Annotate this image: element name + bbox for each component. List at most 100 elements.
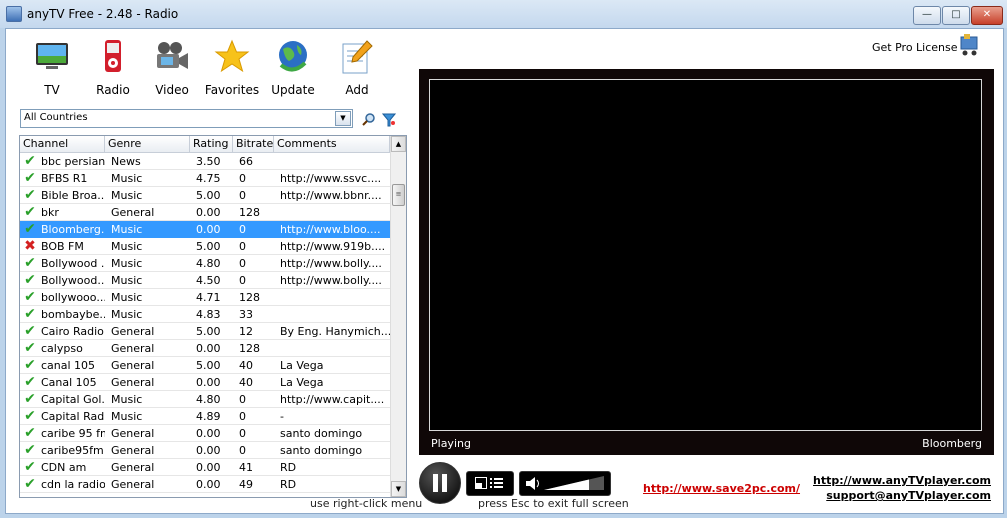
table-row[interactable]: ✔ Bible Broa... Music 5.00 0 http://www.bbnr.… (20, 187, 390, 204)
check-icon: ✔ (24, 306, 36, 322)
video-button[interactable]: Video (144, 37, 200, 101)
video-screen[interactable] (429, 79, 982, 431)
cell-genre: News (111, 155, 141, 168)
pause-button[interactable] (419, 462, 461, 504)
radio-button[interactable]: Radio (85, 37, 141, 101)
main-window: TV Radio Video Favorites Update Add All … (5, 28, 1004, 514)
cell-genre: General (111, 461, 155, 474)
cell-rating: 4.71 (196, 291, 221, 304)
column-header-comments[interactable]: Comments (274, 136, 390, 152)
table-row[interactable]: ✔ bbc persian News 3.50 66 (20, 153, 390, 170)
check-icon: ✔ (24, 187, 36, 203)
cell-comments: La Vega (280, 359, 324, 372)
cell-rating: 4.75 (196, 172, 221, 185)
table-row[interactable]: ✔ Capital Gol... Music 4.80 0 http://www.capi… (20, 391, 390, 408)
scroll-up-button[interactable]: ▲ (391, 136, 406, 152)
search-icon[interactable] (362, 113, 376, 127)
cell-rating: 0.00 (196, 206, 221, 219)
check-icon: ✔ (24, 391, 36, 407)
table-row[interactable]: ✔ Bollywood... Music 4.50 0 http://www.bolly.… (20, 272, 390, 289)
column-header-bitrate[interactable]: Bitrate (233, 136, 274, 152)
favorites-button[interactable]: Favorites (204, 37, 260, 101)
current-station: Bloomberg (922, 437, 982, 450)
title-bar[interactable]: anyTV Free - 2.48 - Radio — □ ✕ (0, 0, 1007, 28)
website-link[interactable]: http://www.anyTVplayer.com (813, 474, 991, 487)
shopping-cart-icon[interactable] (958, 33, 982, 57)
channel-rows: ✔ bbc persian News 3.50 66 ✔ BFBS R1 Music 4.75 0… (20, 153, 390, 493)
cell-genre: General (111, 444, 155, 457)
table-row[interactable]: ✔ caribe 95 fm General 0.00 0 santo domingo (20, 425, 390, 442)
tv-button[interactable]: TV (24, 37, 80, 101)
column-header-channel[interactable]: Channel (20, 136, 105, 152)
list-scrollbar[interactable]: ▲ ≡ ▼ (390, 136, 406, 497)
radio-label: Radio (96, 83, 130, 97)
table-row[interactable]: ✖ BOB FM Music 5.00 0 http://www.919b.... (20, 238, 390, 255)
maximize-button[interactable]: □ (942, 6, 970, 25)
cell-rating: 4.83 (196, 308, 221, 321)
check-icon: ✔ (24, 442, 36, 458)
cell-channel: Bloomberg... (41, 223, 105, 236)
get-pro-license-link[interactable]: Get Pro License (872, 41, 958, 54)
cell-bitrate: 66 (239, 155, 253, 168)
favorites-label: Favorites (204, 83, 260, 97)
cell-comments: La Vega (280, 376, 324, 389)
volume-slider[interactable] (544, 476, 604, 490)
cell-comments (277, 289, 390, 305)
table-row[interactable]: ✔ bollywooo... Music 4.71 128 (20, 289, 390, 306)
cell-genre: General (111, 342, 155, 355)
country-select[interactable]: All Countries ▼ (20, 109, 353, 128)
cell-channel: Cairo Radio (41, 325, 104, 338)
speaker-icon[interactable] (526, 477, 540, 490)
cell-bitrate: 0 (239, 274, 246, 287)
tv-icon (36, 43, 68, 69)
app-icon[interactable] (6, 6, 22, 22)
channel-list[interactable]: Channel Genre Rating Bitrate Comments ✔ b… (19, 135, 407, 498)
cell-channel: caribe 95 fm (41, 427, 105, 440)
table-row[interactable]: ✔ bkr General 0.00 128 (20, 204, 390, 221)
cross-icon: ✖ (24, 238, 36, 254)
cell-channel: Bible Broa... (41, 189, 105, 202)
check-icon: ✔ (24, 340, 36, 356)
table-row[interactable]: ✔ BFBS R1 Music 4.75 0 http://www.ssvc.... (20, 170, 390, 187)
cell-genre: Music (111, 308, 143, 321)
table-row[interactable]: ✔ CDN am General 0.00 41 RD (20, 459, 390, 476)
table-row[interactable]: ✔ caribe95fm General 0.00 0 santo domingo (20, 442, 390, 459)
save2pc-link[interactable]: http://www.save2pc.com/ (643, 482, 800, 495)
cell-genre: General (111, 325, 155, 338)
update-button[interactable]: Update (265, 37, 321, 101)
cell-genre: Music (111, 257, 143, 270)
add-button[interactable]: Add (329, 37, 385, 101)
cell-channel: Capital Radio (41, 410, 105, 423)
table-row[interactable]: ✔ bombaybe... Music 4.83 33 (20, 306, 390, 323)
column-header-genre[interactable]: Genre (105, 136, 190, 152)
cell-channel: calypso (41, 342, 83, 355)
support-email-link[interactable]: support@anyTVplayer.com (826, 489, 991, 502)
filter-icon[interactable] (382, 113, 396, 127)
check-icon: ✔ (24, 289, 36, 305)
table-row[interactable]: ✔ Canal 105 General 0.00 40 La Vega (20, 374, 390, 391)
minimize-button[interactable]: — (913, 6, 941, 25)
volume-control[interactable] (519, 471, 611, 496)
chevron-down-icon[interactable]: ▼ (335, 111, 351, 126)
table-row[interactable]: ✔ Bloomberg... Music 0.00 0 http://www.bloo..… (20, 221, 390, 238)
window-title: anyTV Free - 2.48 - Radio (27, 7, 179, 21)
cell-channel: CDN am (41, 461, 87, 474)
table-row[interactable]: ✔ Cairo Radio General 5.00 12 By Eng. Hanymic… (20, 323, 390, 340)
cell-genre: Music (111, 393, 143, 406)
cell-genre: Music (111, 240, 143, 253)
display-mode-button[interactable] (466, 471, 514, 496)
scroll-down-button[interactable]: ▼ (391, 481, 406, 497)
check-icon: ✔ (24, 153, 36, 169)
esc-hint: press Esc to exit full screen (478, 497, 629, 510)
table-row[interactable]: ✔ cdn la radio General 0.00 49 RD (20, 476, 390, 493)
cell-comments: http://www.bloo.... (280, 223, 381, 236)
table-row[interactable]: ✔ canal 105 General 5.00 40 La Vega (20, 357, 390, 374)
cell-genre: General (111, 427, 155, 440)
table-row[interactable]: ✔ Bollywood ... Music 4.80 0 http://www.bolly… (20, 255, 390, 272)
check-icon: ✔ (24, 170, 36, 186)
column-header-rating[interactable]: Rating (190, 136, 233, 152)
scroll-thumb[interactable]: ≡ (392, 184, 405, 206)
table-row[interactable]: ✔ Capital Radio Music 4.89 0 - (20, 408, 390, 425)
close-button[interactable]: ✕ (971, 6, 1003, 25)
table-row[interactable]: ✔ calypso General 0.00 128 (20, 340, 390, 357)
